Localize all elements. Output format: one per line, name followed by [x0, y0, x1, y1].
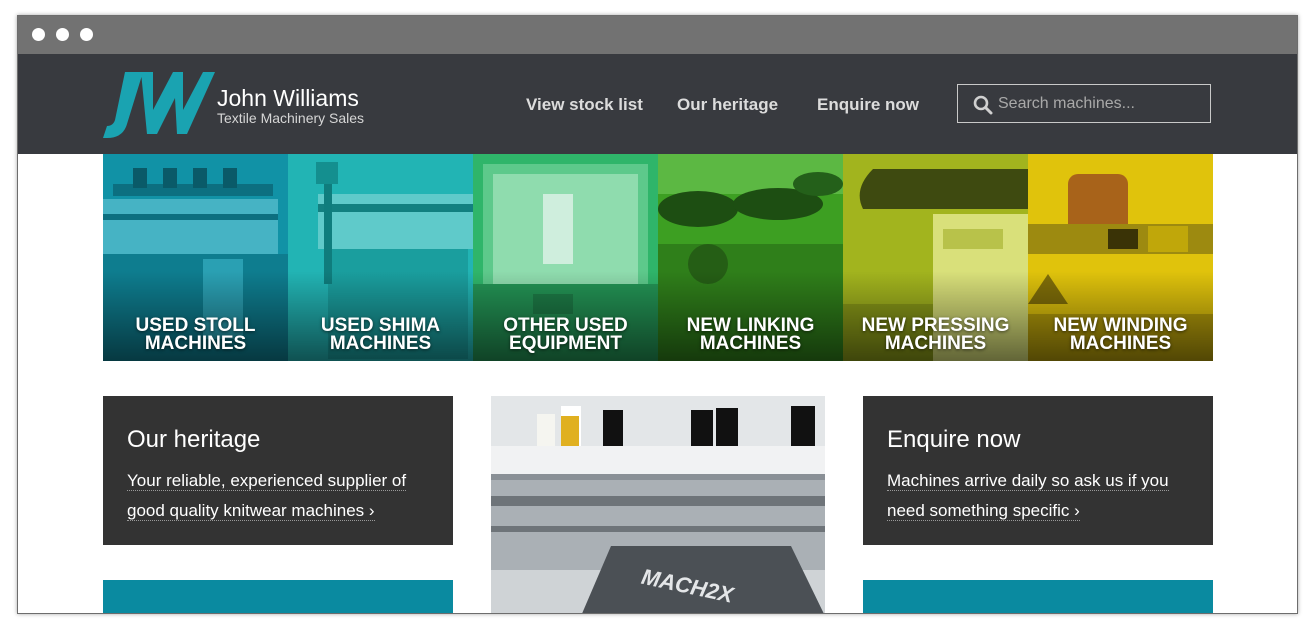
teal-panel-right	[863, 580, 1213, 613]
site-header: John Williams Textile Machinery Sales Vi…	[18, 54, 1297, 154]
logo-name: John Williams	[217, 85, 359, 111]
tile-label: USED SHIMA MACHINES	[320, 315, 441, 354]
tile-new-winding-machines[interactable]: NEW WINDING MACHINES	[1028, 154, 1213, 361]
tile-label: NEW WINDING MACHINES	[1053, 315, 1188, 354]
browser-titlebar	[18, 16, 1297, 54]
teal-panel-left	[103, 580, 453, 613]
tile-label: OTHER USED EQUIPMENT	[503, 315, 628, 354]
tile-label: NEW PRESSING MACHINES	[861, 315, 1010, 354]
card-our-heritage: Our heritage Your reliable, experienced …	[103, 396, 453, 545]
logo-tagline: Textile Machinery Sales	[217, 110, 365, 126]
nav-enquire-now[interactable]: Enquire now	[817, 95, 919, 115]
search-input[interactable]	[998, 85, 1203, 122]
tile-used-stoll-machines[interactable]: USED STOLL MACHINES	[103, 154, 288, 361]
nav-view-stock-list[interactable]: View stock list	[526, 95, 643, 115]
search-icon[interactable]	[973, 95, 993, 115]
tile-label: NEW LINKING MACHINES	[686, 315, 815, 354]
window-close-dot[interactable]	[32, 28, 45, 41]
card-title: Enquire now	[887, 426, 1021, 453]
tile-new-pressing-machines[interactable]: NEW PRESSING MACHINES	[843, 154, 1028, 361]
machine-photo-image: MACH2X	[491, 396, 825, 613]
card-enquire-now: Enquire now Machines arrive daily so ask…	[863, 396, 1213, 545]
enquire-link[interactable]: Machines arrive daily so ask us if you ne…	[887, 466, 1192, 526]
site-logo[interactable]: John Williams Textile Machinery Sales	[103, 70, 383, 142]
card-title: Our heritage	[127, 426, 261, 453]
tile-new-linking-machines[interactable]: NEW LINKING MACHINES	[658, 154, 843, 361]
tile-other-used-equipment[interactable]: OTHER USED EQUIPMENT	[473, 154, 658, 361]
window-minimize-dot[interactable]	[56, 28, 69, 41]
window-maximize-dot[interactable]	[80, 28, 93, 41]
tile-used-shima-machines[interactable]: USED SHIMA MACHINES	[288, 154, 473, 361]
heritage-link[interactable]: Your reliable, experienced supplier of go…	[127, 466, 432, 526]
search-box[interactable]	[957, 84, 1211, 123]
tile-label: USED STOLL MACHINES	[135, 315, 256, 354]
browser-window: John Williams Textile Machinery Sales Vi…	[17, 15, 1298, 614]
jw-logo-mark-icon	[103, 72, 215, 138]
nav-our-heritage[interactable]: Our heritage	[677, 95, 778, 115]
knitting-machine-photo: MACH2X	[491, 396, 825, 613]
